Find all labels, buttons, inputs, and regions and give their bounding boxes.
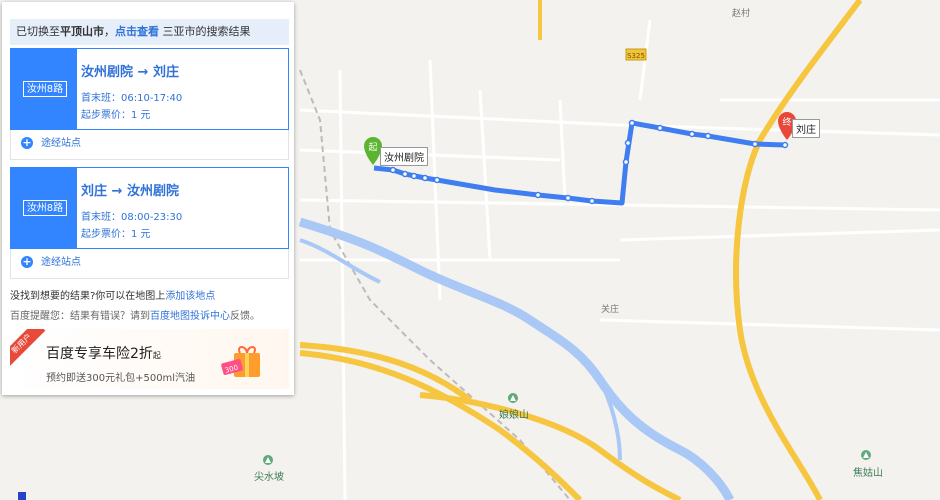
service-hours: 首末班：06:10-17:40 — [81, 89, 182, 104]
city-switch-notice: 已切换至平顶山市，点击查看 三亚市的搜索结果 — [10, 19, 289, 45]
mountain-icon — [263, 455, 273, 465]
route-to: 汝州剧院 — [126, 184, 179, 199]
fare: 起步票价：1 元 — [81, 225, 151, 240]
notice-sep: ， — [104, 25, 115, 38]
ad-title: 百度专享车险2折起 — [46, 343, 161, 363]
service-hours-value: 08:00-23:30 — [121, 212, 183, 223]
fare-label: 起步票价： — [81, 229, 131, 240]
view-other-city-link[interactable]: 点击查看 — [115, 25, 159, 38]
bus-line-badge: 汝州8路 — [23, 81, 67, 97]
route-2-stops-toggle[interactable]: + 途经站点 — [10, 249, 289, 279]
route-title[interactable]: 刘庄 → 汝州剧院 — [81, 180, 179, 199]
map-label-zhaocun: 赵村 — [732, 9, 751, 19]
map-label-jiangushan: 焦姑山 — [853, 468, 883, 479]
map-label-niangniangshan: 娘娘山 — [499, 410, 529, 421]
start-station-label[interactable]: 汝州剧院 — [380, 147, 428, 166]
route-badge-area: 汝州8路 — [11, 168, 77, 248]
ad-title-text: 百度专享车险2折 — [46, 346, 153, 362]
stops-label: 途经站点 — [41, 257, 81, 268]
service-hours-label: 首末班： — [81, 212, 121, 223]
svg-text:起: 起 — [368, 142, 377, 153]
fare: 起步票价：1 元 — [81, 106, 151, 121]
ad-title-suffix: 起 — [152, 351, 161, 360]
route-to: 刘庄 — [152, 65, 179, 80]
fare-value: 1 元 — [131, 110, 151, 121]
reminder-prefix: 百度提醒您：结果有错误？请到 — [10, 311, 150, 322]
fare-value: 1 元 — [131, 229, 151, 240]
end-station-label[interactable]: 刘庄 — [792, 119, 820, 138]
gift-box-icon: 300 — [221, 346, 260, 377]
mountain-icon — [508, 393, 518, 403]
route-arrow: → — [137, 65, 149, 80]
map-label-jianshuipo: 尖水坡 — [254, 472, 284, 483]
plus-icon: + — [21, 136, 33, 149]
notice-city: 平顶山市 — [60, 25, 104, 38]
route-from: 刘庄 — [81, 184, 108, 199]
not-found-hint: 没找到想要的结果?你可以在地图上添加该地点 — [10, 287, 215, 302]
route-card-1[interactable]: 汝州8路 汝州剧院 → 刘庄 首末班：06:10-17:40 起步票价：1 元 — [10, 48, 289, 130]
road-shield-label: S325 — [627, 52, 645, 60]
service-hours-value: 06:10-17:40 — [121, 93, 183, 104]
route-badge-area: 汝州8路 — [11, 49, 77, 129]
stops-label: 途经站点 — [41, 138, 81, 149]
notice-other-city: 三亚市 — [162, 25, 196, 38]
route-from: 汝州剧院 — [81, 65, 134, 80]
notice-prefix: 已切换至 — [16, 25, 60, 38]
notice-suffix: 的搜索结果 — [195, 25, 251, 38]
bus-line-badge: 汝州8路 — [23, 200, 67, 216]
new-user-ribbon: 新用户 — [10, 329, 46, 368]
route-1-stops-toggle[interactable]: + 途经站点 — [10, 130, 289, 160]
search-results-panel: 已切换至平顶山市，点击查看 三亚市的搜索结果 汝州8路 汝州剧院 → 刘庄 首末… — [2, 2, 294, 395]
reminder-suffix: 反馈。 — [230, 311, 260, 322]
route-arrow: → — [111, 184, 123, 199]
ad-subtitle: 预约即送300元礼包+500ml汽油 — [46, 373, 196, 384]
route-card-2[interactable]: 汝州8路 刘庄 → 汝州剧院 首末班：08:00-23:30 起步票价：1 元 — [10, 167, 289, 249]
insurance-ad-banner[interactable]: 新用户 百度专享车险2折起 预约即送300元礼包+500ml汽油 300 — [10, 329, 289, 389]
service-hours-label: 首末班： — [81, 93, 121, 104]
service-hours: 首末班：08:00-23:30 — [81, 208, 182, 223]
not-found-text: 没找到想要的结果?你可以在地图上 — [10, 291, 166, 302]
baidu-logo-fragment — [18, 492, 26, 500]
svg-text:终: 终 — [782, 116, 791, 128]
mountain-icon — [861, 450, 871, 460]
route-title[interactable]: 汝州剧院 → 刘庄 — [81, 61, 179, 80]
fare-label: 起步票价： — [81, 110, 131, 121]
plus-icon: + — [21, 255, 33, 268]
error-report-hint: 百度提醒您：结果有错误？请到百度地图投诉中心反馈。 — [10, 307, 260, 322]
add-place-link[interactable]: 添加该地点 — [165, 291, 215, 302]
complaint-center-link[interactable]: 百度地图投诉中心 — [150, 311, 230, 322]
map-label-guanzhuang: 关庄 — [601, 305, 620, 315]
